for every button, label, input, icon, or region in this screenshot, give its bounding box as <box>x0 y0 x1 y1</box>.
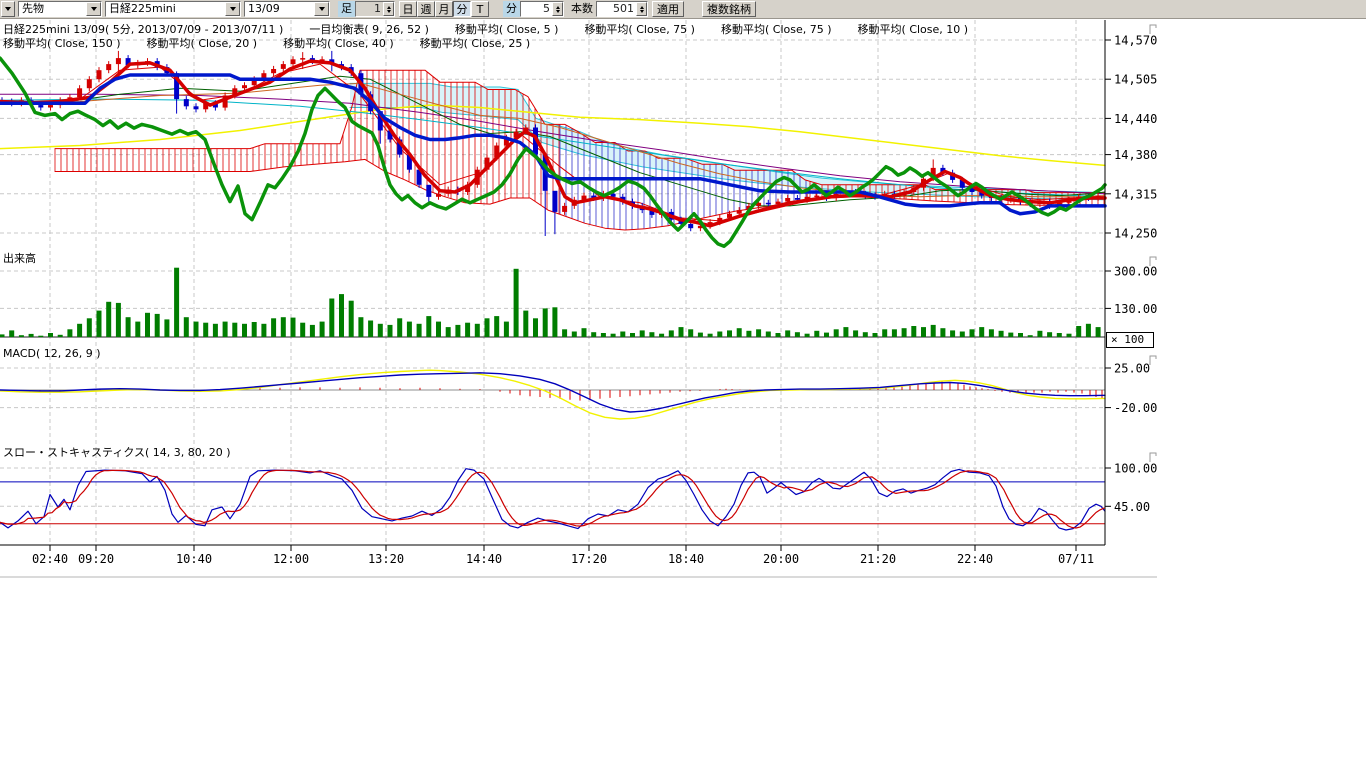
bars-spinner[interactable]: 501 <box>596 1 648 17</box>
indicator-label: 移動平均( Close, 25 ) <box>420 37 531 50</box>
svg-text:21:20: 21:20 <box>860 552 896 566</box>
svg-text:07/11: 07/11 <box>1058 552 1094 566</box>
toolbar: 先物 日経225mini 13/09 足 1 日 週 月 分 T 分 5 本数 … <box>0 0 1366 19</box>
trading-app-window: { "colors": { "up": "#d40000", "down": "… <box>0 0 1366 768</box>
chart-area[interactable]: 14,570 14,505 14,440 14,380 14,315 14,250 300.… <box>0 18 1366 580</box>
timeframe-minute-button[interactable]: 分 <box>453 1 471 17</box>
bars-spinner-buttons-icon[interactable] <box>636 2 647 16</box>
symbol-dropdown-arrow-icon[interactable] <box>225 2 240 16</box>
volume-panel-label: 出来高 <box>3 250 36 266</box>
indicator-label: 移動平均( Close, 10 ) <box>858 23 969 36</box>
multi-symbol-button[interactable]: 複数銘柄 <box>702 1 756 17</box>
indicator-label: 移動平均( Close, 20 ) <box>147 37 258 50</box>
indicator-label: 移動平均( Close, 150 ) <box>3 37 121 50</box>
minute-spinner-buttons-icon[interactable] <box>552 2 563 16</box>
indicator-label: 移動平均( Close, 75 ) <box>584 23 695 36</box>
volume-bars <box>0 268 1105 337</box>
svg-text:25.00: 25.00 <box>1114 362 1150 376</box>
svg-text:02:40: 02:40 <box>32 552 68 566</box>
period-spinner[interactable]: 1 <box>355 1 395 17</box>
svg-text:22:40: 22:40 <box>957 552 993 566</box>
thick-overlays <box>0 58 1105 246</box>
dropdown-arrow-icon <box>5 7 11 11</box>
stoch-panel-label: スロー・ストキャスティクス( 14, 3, 80, 20 ) <box>3 444 231 460</box>
category-select-value: 先物 <box>19 2 86 16</box>
indicator-label: 移動平均( Close, 75 ) <box>721 23 832 36</box>
axes: 14,570 14,505 14,440 14,380 14,315 14,250 300.… <box>0 20 1157 577</box>
timeframe-week-button[interactable]: 週 <box>417 1 435 17</box>
contract-select[interactable]: 13/09 <box>244 1 330 17</box>
timeframe-tick-button[interactable]: T <box>471 1 489 17</box>
symbol-select-value: 日経225mini <box>106 2 225 16</box>
bars-label: 本数 <box>568 1 596 17</box>
macd-panel <box>0 370 1105 419</box>
svg-text:12:00: 12:00 <box>273 552 309 566</box>
volume-multiplier-badge: × 100 <box>1106 332 1154 348</box>
gridlines <box>0 20 1105 545</box>
timeframe-day-button[interactable]: 日 <box>399 1 417 17</box>
svg-text:20:00: 20:00 <box>763 552 799 566</box>
indicator-list-2: 移動平均( Close, 150 ) 移動平均( Close, 20 ) 移動平均(… <box>3 37 556 50</box>
period-spinner-value: 1 <box>356 2 383 16</box>
svg-text:45.00: 45.00 <box>1114 500 1150 514</box>
category-dropdown-arrow-icon[interactable] <box>86 2 101 16</box>
svg-text:18:40: 18:40 <box>668 552 704 566</box>
toolbar-collapse-button[interactable] <box>1 1 15 17</box>
svg-text:14,380: 14,380 <box>1114 148 1157 162</box>
macd-panel-label: MACD( 12, 26, 9 ) <box>3 347 101 360</box>
timeframe-month-button[interactable]: 月 <box>435 1 453 17</box>
svg-text:17:20: 17:20 <box>571 552 607 566</box>
chart-header-line2: 移動平均( Close, 150 ) 移動平均( Close, 20 ) 移動平均(… <box>3 35 556 51</box>
chart-canvas[interactable]: 14,570 14,505 14,440 14,380 14,315 14,250 300.… <box>0 18 1366 580</box>
svg-text:130.00: 130.00 <box>1114 302 1157 316</box>
svg-text:300.00: 300.00 <box>1114 265 1157 279</box>
svg-text:14,440: 14,440 <box>1114 112 1157 126</box>
category-select[interactable]: 先物 <box>18 1 102 17</box>
svg-text:14,315: 14,315 <box>1114 187 1157 201</box>
period-label: 足 <box>338 1 355 17</box>
minute-spinner-value: 5 <box>521 2 552 16</box>
svg-text:10:40: 10:40 <box>176 552 212 566</box>
svg-text:14:40: 14:40 <box>466 552 502 566</box>
svg-text:09:20: 09:20 <box>78 552 114 566</box>
svg-text:14,250: 14,250 <box>1114 227 1157 241</box>
svg-text:13:20: 13:20 <box>368 552 404 566</box>
apply-button[interactable]: 適用 <box>652 1 684 17</box>
symbol-select[interactable]: 日経225mini <box>105 1 241 17</box>
period-spinner-buttons-icon[interactable] <box>383 2 394 16</box>
stochastics-panel <box>0 469 1105 530</box>
svg-text:-20.00: -20.00 <box>1114 401 1157 415</box>
bars-spinner-value: 501 <box>597 2 636 16</box>
indicator-label: 移動平均( Close, 40 ) <box>283 37 394 50</box>
minute-label: 分 <box>503 1 520 17</box>
svg-text:14,505: 14,505 <box>1114 73 1157 87</box>
contract-dropdown-arrow-icon[interactable] <box>314 2 329 16</box>
svg-text:14,570: 14,570 <box>1114 34 1157 48</box>
contract-select-value: 13/09 <box>245 2 314 16</box>
svg-text:100.00: 100.00 <box>1114 462 1157 476</box>
minute-spinner[interactable]: 5 <box>520 1 564 17</box>
panel-splitter-handle-icon[interactable] <box>1150 356 1156 365</box>
